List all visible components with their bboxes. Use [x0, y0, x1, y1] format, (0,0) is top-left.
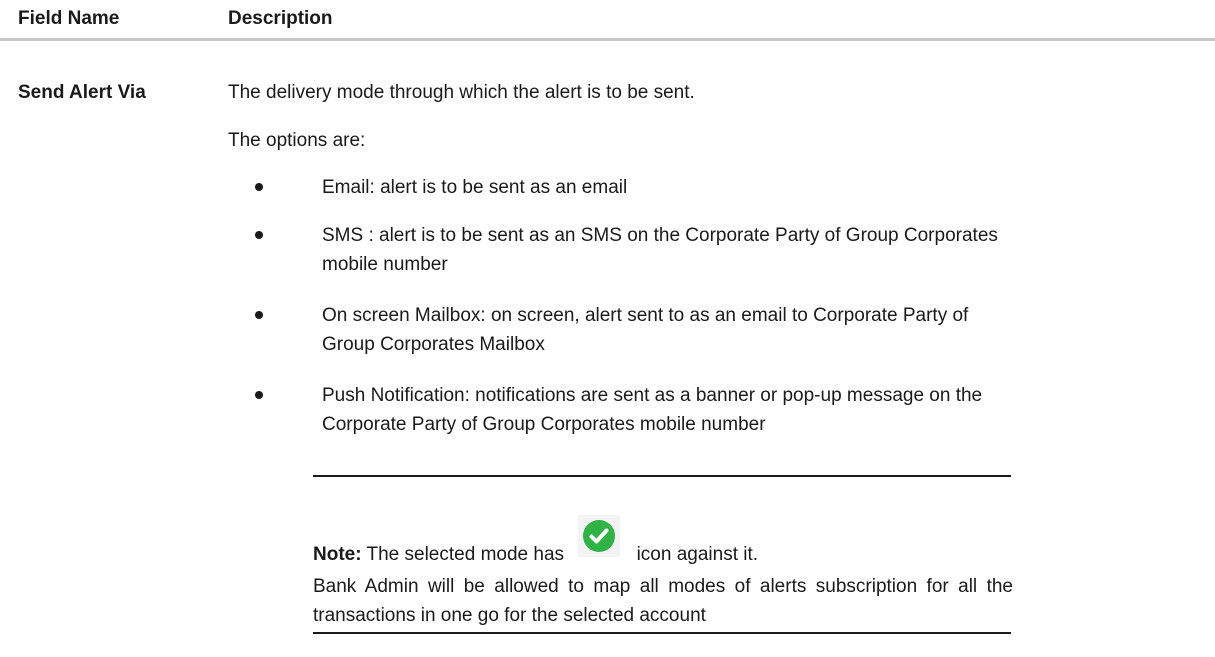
option-item-sms: SMS : alert is to be sent as an SMS on t… — [322, 225, 998, 275]
header-divider — [0, 38, 1215, 41]
note-text-before-icon: The selected mode has — [366, 544, 565, 565]
note-label: Note: — [313, 544, 362, 565]
note-bottom-rule — [313, 632, 1011, 634]
bullet-marker — [255, 231, 263, 239]
field-name-send-alert-via: Send Alert Via — [18, 82, 146, 103]
header-field-name: Field Name — [18, 8, 120, 29]
note-top-rule — [313, 475, 1011, 477]
note-text-after-icon: icon against it. — [636, 544, 759, 565]
table-header-row: Field Name Description — [0, 0, 1215, 38]
option-item-email: Email: alert is to be sent as an email — [322, 177, 628, 198]
bullet-marker — [255, 391, 263, 399]
options-intro: The options are: — [228, 130, 366, 151]
note-paragraph: Bank Admin will be allowed to map all mo… — [313, 576, 1013, 626]
bullet-marker — [255, 183, 263, 191]
bullet-marker — [255, 311, 263, 319]
option-item-mailbox: On screen Mailbox: on screen, alert sent… — [322, 305, 969, 355]
check-circle-icon — [577, 515, 621, 566]
header-description: Description — [228, 8, 333, 29]
field-description: The delivery mode through which the aler… — [228, 82, 695, 103]
note-line: Note: The selected mode has icon against… — [313, 515, 759, 569]
option-item-push-notification: Push Notification: notifications are sen… — [322, 385, 983, 435]
